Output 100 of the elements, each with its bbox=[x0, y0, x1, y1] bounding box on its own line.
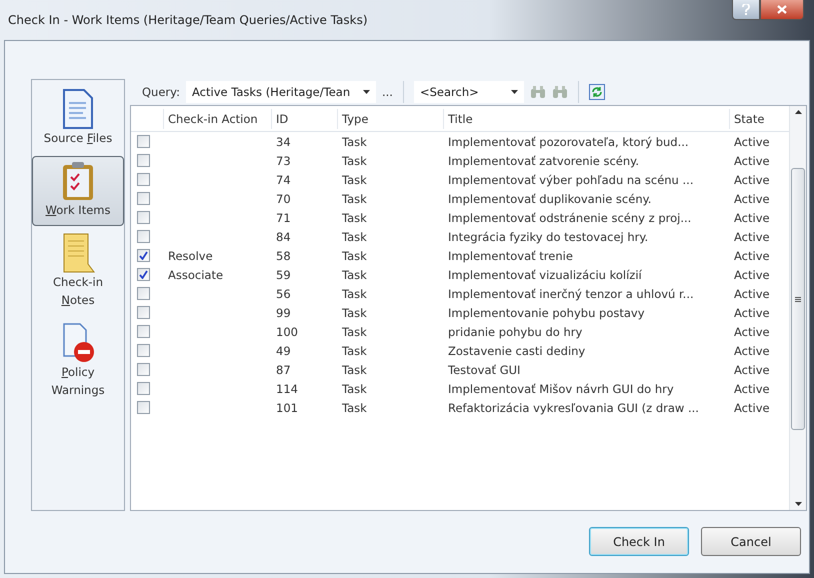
table-cell-text: Active bbox=[733, 324, 771, 338]
checkbox[interactable] bbox=[137, 173, 150, 186]
checkmark-icon bbox=[139, 251, 148, 260]
table-cell-text: Implementovať Mišov návrh GUI do hry bbox=[447, 382, 675, 396]
nav-label: Notes bbox=[61, 292, 95, 309]
table-cell-text: 59 bbox=[275, 268, 292, 282]
checkbox[interactable] bbox=[137, 344, 150, 357]
table-cell-text: Task bbox=[341, 172, 368, 186]
table-cell-text: 74 bbox=[275, 172, 292, 186]
refresh-icon[interactable] bbox=[588, 84, 605, 100]
column-header[interactable]: Title bbox=[443, 108, 729, 128]
table-cell-text: Task bbox=[341, 268, 368, 282]
table-cell-text: Zostavenie casti dediny bbox=[447, 344, 586, 358]
help-button[interactable] bbox=[732, 0, 760, 20]
more-button[interactable]: ... bbox=[382, 85, 393, 99]
table-cell-text: Task bbox=[341, 400, 368, 414]
binoculars-icon[interactable] bbox=[552, 85, 568, 99]
table-cell-text: Associate bbox=[167, 268, 224, 282]
table-cell-text: Active bbox=[733, 362, 771, 376]
scrollbar-thumb[interactable] bbox=[791, 168, 805, 430]
table-cell-text: Active bbox=[733, 268, 771, 282]
table-cell-text: Active bbox=[733, 134, 771, 148]
table-cell-text: Integrácia fyziky do testovacej hry. bbox=[447, 230, 650, 244]
nav-item[interactable]: Source Files bbox=[32, 84, 124, 154]
dialog-button[interactable]: Check In bbox=[589, 527, 689, 556]
query-label: Query: bbox=[142, 85, 180, 99]
search-field[interactable]: <Search> bbox=[414, 81, 524, 103]
table-cell-text: 70 bbox=[275, 192, 292, 206]
table-cell-text: 71 bbox=[275, 210, 292, 224]
table-cell-text: Active bbox=[733, 192, 771, 206]
clipboard-icon bbox=[61, 161, 95, 201]
note-icon bbox=[61, 233, 95, 273]
checkbox[interactable] bbox=[137, 230, 150, 243]
table-cell-text: Active bbox=[733, 172, 771, 186]
checkbox[interactable] bbox=[137, 135, 150, 148]
checkbox[interactable] bbox=[137, 268, 150, 281]
table-cell-text: 56 bbox=[275, 286, 292, 300]
column-header[interactable]: Check-in Action bbox=[163, 108, 271, 128]
dialog-button[interactable]: Cancel bbox=[701, 527, 801, 556]
checkbox[interactable] bbox=[137, 325, 150, 338]
nav-label: Work Items bbox=[46, 202, 110, 219]
close-button[interactable] bbox=[760, 0, 804, 20]
nav-item[interactable]: Policy Warnings bbox=[32, 318, 124, 406]
table-cell-text: Implementovať odstránenie scény z proj... bbox=[447, 210, 692, 224]
nav-item[interactable]: Work Items bbox=[32, 156, 124, 226]
table-cell-text: Active bbox=[733, 248, 771, 262]
scroll-up-icon[interactable] bbox=[794, 110, 802, 114]
table-cell-text: Testovať GUI bbox=[447, 362, 522, 376]
table-cell-text: Active bbox=[733, 230, 771, 244]
checkmark-icon bbox=[139, 270, 148, 279]
nav-label: Source Files bbox=[44, 130, 112, 147]
table-cell-text: Task bbox=[341, 344, 368, 358]
table-cell-text: Task bbox=[341, 286, 368, 300]
checkbox[interactable] bbox=[137, 249, 150, 262]
table-cell-text: Active bbox=[733, 344, 771, 358]
scroll-down-icon[interactable] bbox=[794, 502, 802, 506]
help-icon bbox=[742, 4, 750, 15]
dropdown-arrow-icon[interactable] bbox=[363, 90, 370, 94]
table-cell-text: Implementovať výber pohľadu na scénu ... bbox=[447, 172, 694, 186]
nav-label: Policy bbox=[61, 364, 95, 381]
column-header[interactable]: ID bbox=[271, 108, 337, 128]
binoculars-icon[interactable] bbox=[530, 85, 546, 99]
nav-label: Check-in bbox=[52, 274, 103, 291]
table-cell-text: Active bbox=[733, 210, 771, 224]
table-cell-text: 58 bbox=[275, 248, 292, 262]
table-cell-text: Active bbox=[733, 306, 771, 320]
table-cell-text: Task bbox=[341, 306, 368, 320]
table-cell-text: 99 bbox=[275, 306, 292, 320]
nav-item[interactable]: Check-in Notes bbox=[32, 228, 124, 316]
table-cell-text: pridanie pohybu do hry bbox=[447, 324, 584, 338]
checkbox[interactable] bbox=[137, 192, 150, 205]
close-icon bbox=[777, 5, 787, 14]
table-cell-text: 100 bbox=[275, 324, 299, 338]
table-cell-text: Active bbox=[733, 154, 771, 168]
table-cell-text: Task bbox=[341, 210, 368, 224]
table-cell-text: 34 bbox=[275, 134, 292, 148]
column-header[interactable]: Type bbox=[337, 108, 443, 128]
table-cell-text: Implementovať zatvorenie scény. bbox=[447, 154, 640, 168]
checkbox[interactable] bbox=[137, 363, 150, 376]
table-cell-text: Task bbox=[341, 134, 368, 148]
table-cell-text: Task bbox=[341, 382, 368, 396]
table-cell-text: Active bbox=[733, 286, 771, 300]
dropdown-arrow-icon[interactable] bbox=[510, 90, 518, 94]
table-cell-text: 84 bbox=[275, 230, 292, 244]
table-cell-text: Task bbox=[341, 230, 368, 244]
checkbox[interactable] bbox=[137, 306, 150, 319]
table-cell-text: Implementovať duplikovanie scény. bbox=[447, 192, 652, 206]
table-cell-text: 101 bbox=[275, 400, 299, 414]
checkbox[interactable] bbox=[137, 382, 150, 395]
window-title: Check In - Work Items (Heritage/Team Queries/Active Tasks) bbox=[8, 13, 368, 27]
table-cell-text: Implementovať pozorovateľa, ktorý bud... bbox=[447, 134, 690, 148]
table-cell-text: 87 bbox=[275, 362, 292, 376]
query-dropdown[interactable]: Active Tasks (Heritage/Tean bbox=[186, 81, 376, 103]
checkbox[interactable] bbox=[137, 211, 150, 224]
table-cell-text: Implementovať vizualizáciu kolízií bbox=[447, 268, 643, 282]
table-cell-text: Task bbox=[341, 248, 368, 262]
checkbox[interactable] bbox=[137, 401, 150, 414]
checkbox[interactable] bbox=[137, 287, 150, 300]
table-cell-text: Task bbox=[341, 192, 368, 206]
checkbox[interactable] bbox=[137, 154, 150, 167]
